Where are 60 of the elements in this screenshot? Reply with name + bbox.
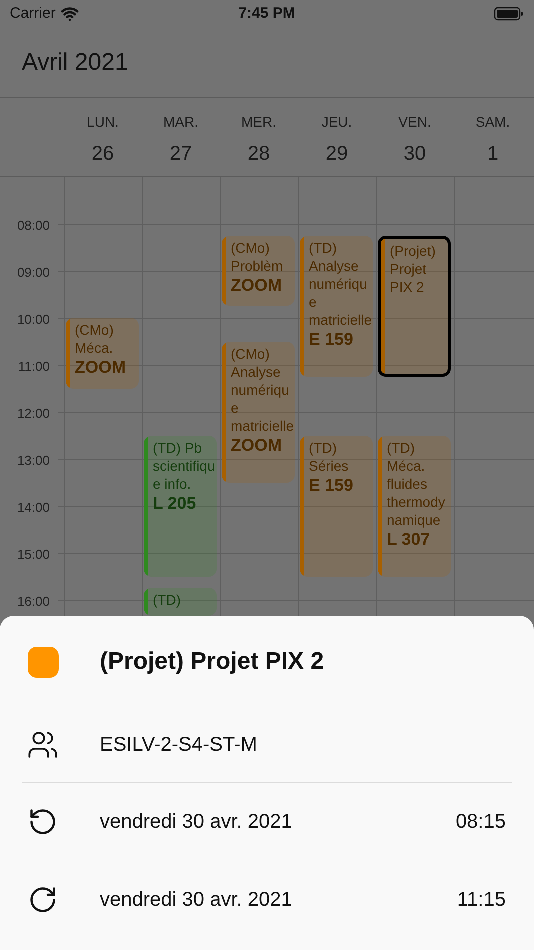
- hour-label: 13:00: [17, 452, 50, 470]
- hour-label: 08:00: [17, 217, 50, 235]
- event-title: (TD) Analyse numérique matricielle: [309, 238, 372, 329]
- event-title: (TD) Méca. fluides thermodynamique: [387, 438, 446, 528]
- calendar-event[interactable]: (CMo) Analyse numérique matricielle ZOOM: [222, 342, 295, 482]
- event-room: L 307: [387, 528, 432, 550]
- day-number: 29: [326, 142, 348, 167]
- event-title: (Projet) Projet PIX 2: [390, 242, 437, 296]
- event-title: (CMo) Problèm: [231, 238, 284, 275]
- day-number: 28: [248, 142, 270, 167]
- event-date: vendredi 30 avr. 2021: [100, 810, 292, 835]
- calendar-event[interactable]: (Projet) Projet PIX 2: [378, 236, 451, 377]
- wifi-icon: [60, 5, 79, 23]
- day-number: 27: [170, 142, 192, 167]
- hour-label: 10:00: [17, 311, 50, 329]
- event-title: (CMo) Méca.: [75, 321, 115, 357]
- day-number: 1: [487, 142, 499, 167]
- weekday-label: VEN.: [398, 113, 432, 132]
- event-detail-title: (Projet) Projet PIX 2: [100, 647, 324, 677]
- event-room: L 205: [153, 492, 198, 514]
- weekday-label: JEU.: [322, 113, 352, 132]
- clockwise-arrow-icon: [28, 885, 58, 915]
- hour-label: 15:00: [17, 546, 50, 564]
- weekday-label: LUN.: [87, 113, 119, 132]
- people-icon: [27, 729, 59, 761]
- day-number: 26: [92, 142, 114, 167]
- weekday-label: MAR.: [164, 113, 198, 132]
- month-title: Avril 2021: [22, 48, 128, 78]
- event-title: (TD): [153, 591, 181, 610]
- calendar-event[interactable]: (CMo) Méca. ZOOM: [66, 318, 139, 388]
- calendar-event[interactable]: (CMo) Problèm ZOOM: [222, 236, 295, 306]
- group-label: ESILV-2-S4-ST-M: [100, 733, 258, 758]
- day-number: 30: [404, 142, 426, 167]
- calendar-event[interactable]: (TD) Séries E 159: [300, 436, 373, 576]
- event-room: E 159: [309, 474, 354, 496]
- event-title: (TD) Pb scientifique info.: [153, 438, 216, 492]
- event-title: (TD) Séries: [309, 438, 350, 474]
- weekday-label: SAM.: [476, 113, 510, 132]
- weekday-label: MER.: [242, 113, 276, 132]
- event-room: E 159: [309, 328, 354, 351]
- hour-label: 09:00: [17, 264, 50, 282]
- event-room: ZOOM: [231, 434, 283, 456]
- clock-time: 7:45 PM: [238, 4, 296, 24]
- calendar-event[interactable]: (TD) Analyse numérique matricielle E 159: [300, 236, 373, 377]
- carrier-label: Carrier: [10, 4, 56, 24]
- hour-label: 11:00: [18, 358, 50, 376]
- hour-label: 16:00: [17, 593, 50, 611]
- hour-label: 14:00: [17, 499, 50, 517]
- event-date: vendredi 30 avr. 2021: [100, 888, 292, 913]
- calendar-event[interactable]: (TD) Pb scientifique info. L 205: [144, 436, 217, 576]
- hour-label: 12:00: [17, 405, 50, 423]
- event-title: (CMo) Analyse numérique matricielle: [231, 344, 294, 434]
- calendar-event[interactable]: (TD) Méca. fluides thermodynamique L 307: [378, 436, 451, 576]
- event-room: ZOOM: [75, 357, 127, 379]
- calendar-event[interactable]: (TD): [144, 588, 217, 616]
- event-room: ZOOM: [231, 274, 283, 297]
- battery-icon: [494, 7, 524, 21]
- event-time: 08:15: [456, 810, 506, 835]
- event-time: 11:15: [457, 888, 506, 913]
- counterclockwise-arrow-icon: [28, 807, 58, 837]
